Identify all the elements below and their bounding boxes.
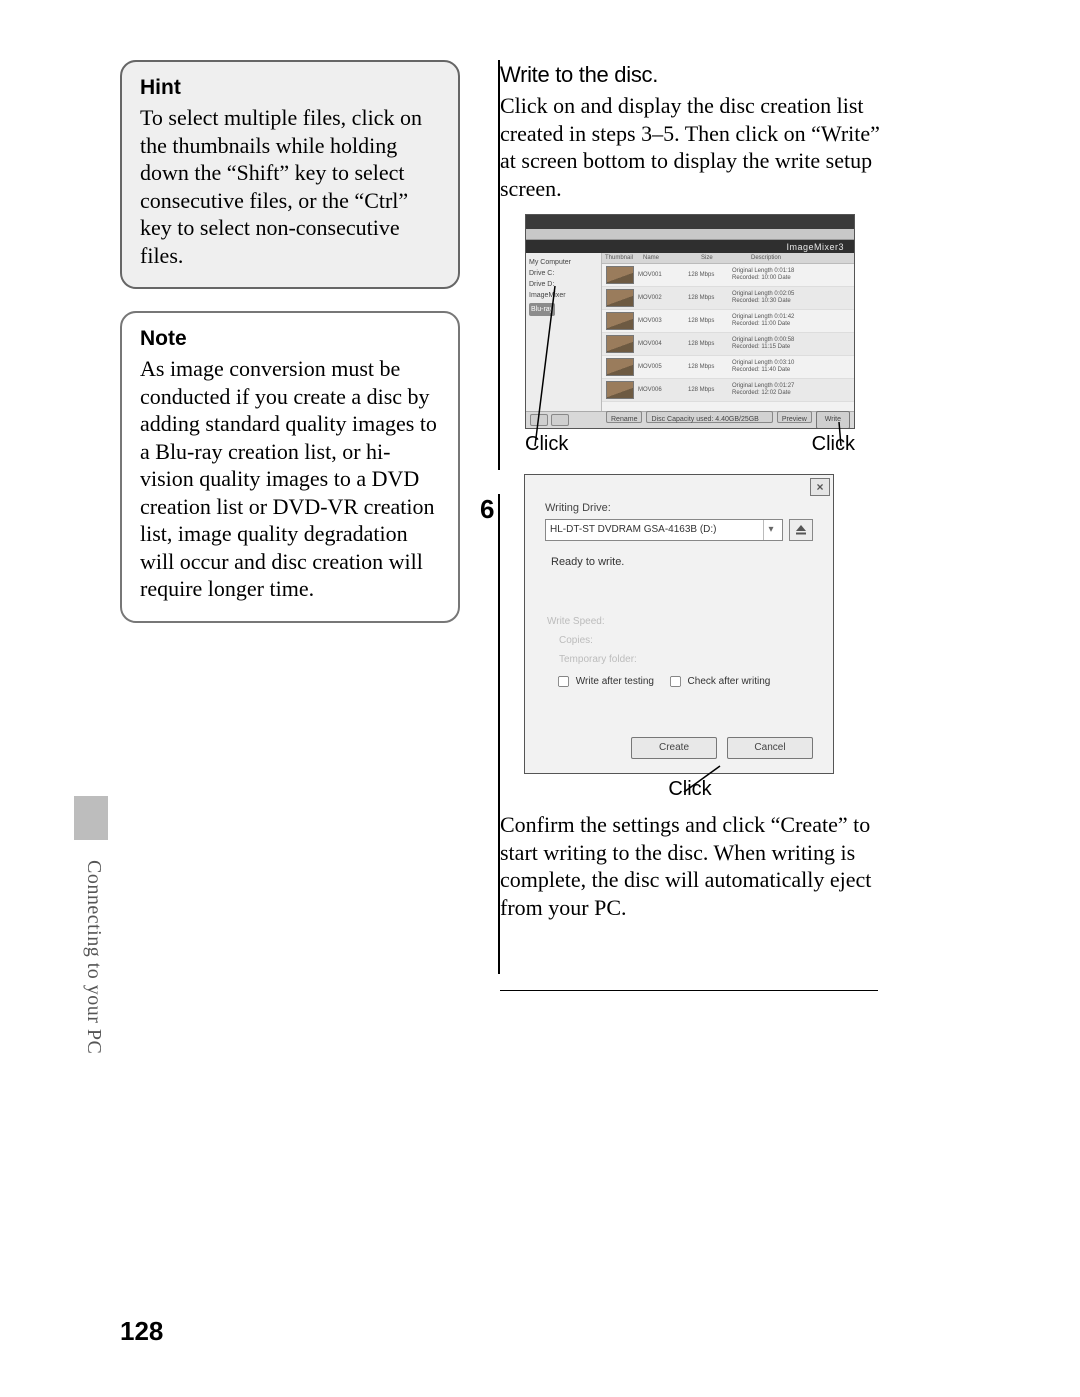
rule-vertical-step6 [498, 494, 500, 974]
checkbox-input[interactable] [670, 676, 681, 687]
confirm-text: Confirm the settings and click “Create” … [500, 811, 880, 921]
hint-body: To select multiple files, click on the t… [140, 104, 440, 269]
note-body: As image conversion must be conducted if… [140, 355, 440, 603]
checkbox-label: Check after writing [688, 676, 771, 687]
disabled-option: Write Speed: [547, 615, 813, 629]
disabled-option: Copies: [559, 634, 813, 648]
drive-value: HL-DT-ST DVDRAM GSA-4163B (D:) [550, 520, 717, 540]
screenshot-disc-list: ImageMixer3 My Computer Drive C: Drive D… [525, 214, 855, 429]
eject-button[interactable] [789, 519, 813, 541]
screenshot-write-dialog: × Writing Drive: HL-DT-ST DVDRAM GSA-416… [524, 474, 834, 774]
checkbox-label: Write after testing [576, 676, 654, 687]
click-label-center: Click [500, 778, 880, 801]
chevron-down-icon: ▾ [763, 520, 778, 540]
close-icon[interactable]: × [810, 478, 830, 496]
leader-lines-icon [525, 214, 855, 454]
eject-icon [795, 524, 807, 536]
check-after-writing-checkbox[interactable]: Check after writing [665, 676, 771, 687]
drive-select[interactable]: HL-DT-ST DVDRAM GSA-4163B (D:) ▾ [545, 519, 783, 541]
checkbox-input[interactable] [558, 676, 569, 687]
write-heading: Write to the disc. [500, 62, 880, 88]
ready-status: Ready to write. [551, 555, 813, 569]
note-title: Note [140, 327, 440, 351]
write-intro: Click on and display the disc creation l… [500, 92, 880, 202]
note-callout: Note As image conversion must be conduct… [120, 311, 460, 623]
write-after-testing-checkbox[interactable]: Write after testing [553, 676, 657, 687]
page-number: 128 [120, 1316, 163, 1347]
create-button[interactable]: Create [631, 737, 717, 759]
disabled-option: Temporary folder: [559, 653, 813, 667]
section-label: Connecting to your PC [82, 860, 105, 1054]
hint-title: Hint [140, 76, 440, 100]
dialog-window: × Writing Drive: HL-DT-ST DVDRAM GSA-416… [524, 474, 834, 774]
step-number-6: 6 [480, 494, 494, 525]
drive-label: Writing Drive: [545, 501, 813, 515]
cancel-button[interactable]: Cancel [727, 737, 813, 759]
side-tab-icon [74, 796, 108, 840]
hint-callout: Hint To select multiple files, click on … [120, 60, 460, 289]
rule-horizontal-bottom [500, 990, 878, 991]
